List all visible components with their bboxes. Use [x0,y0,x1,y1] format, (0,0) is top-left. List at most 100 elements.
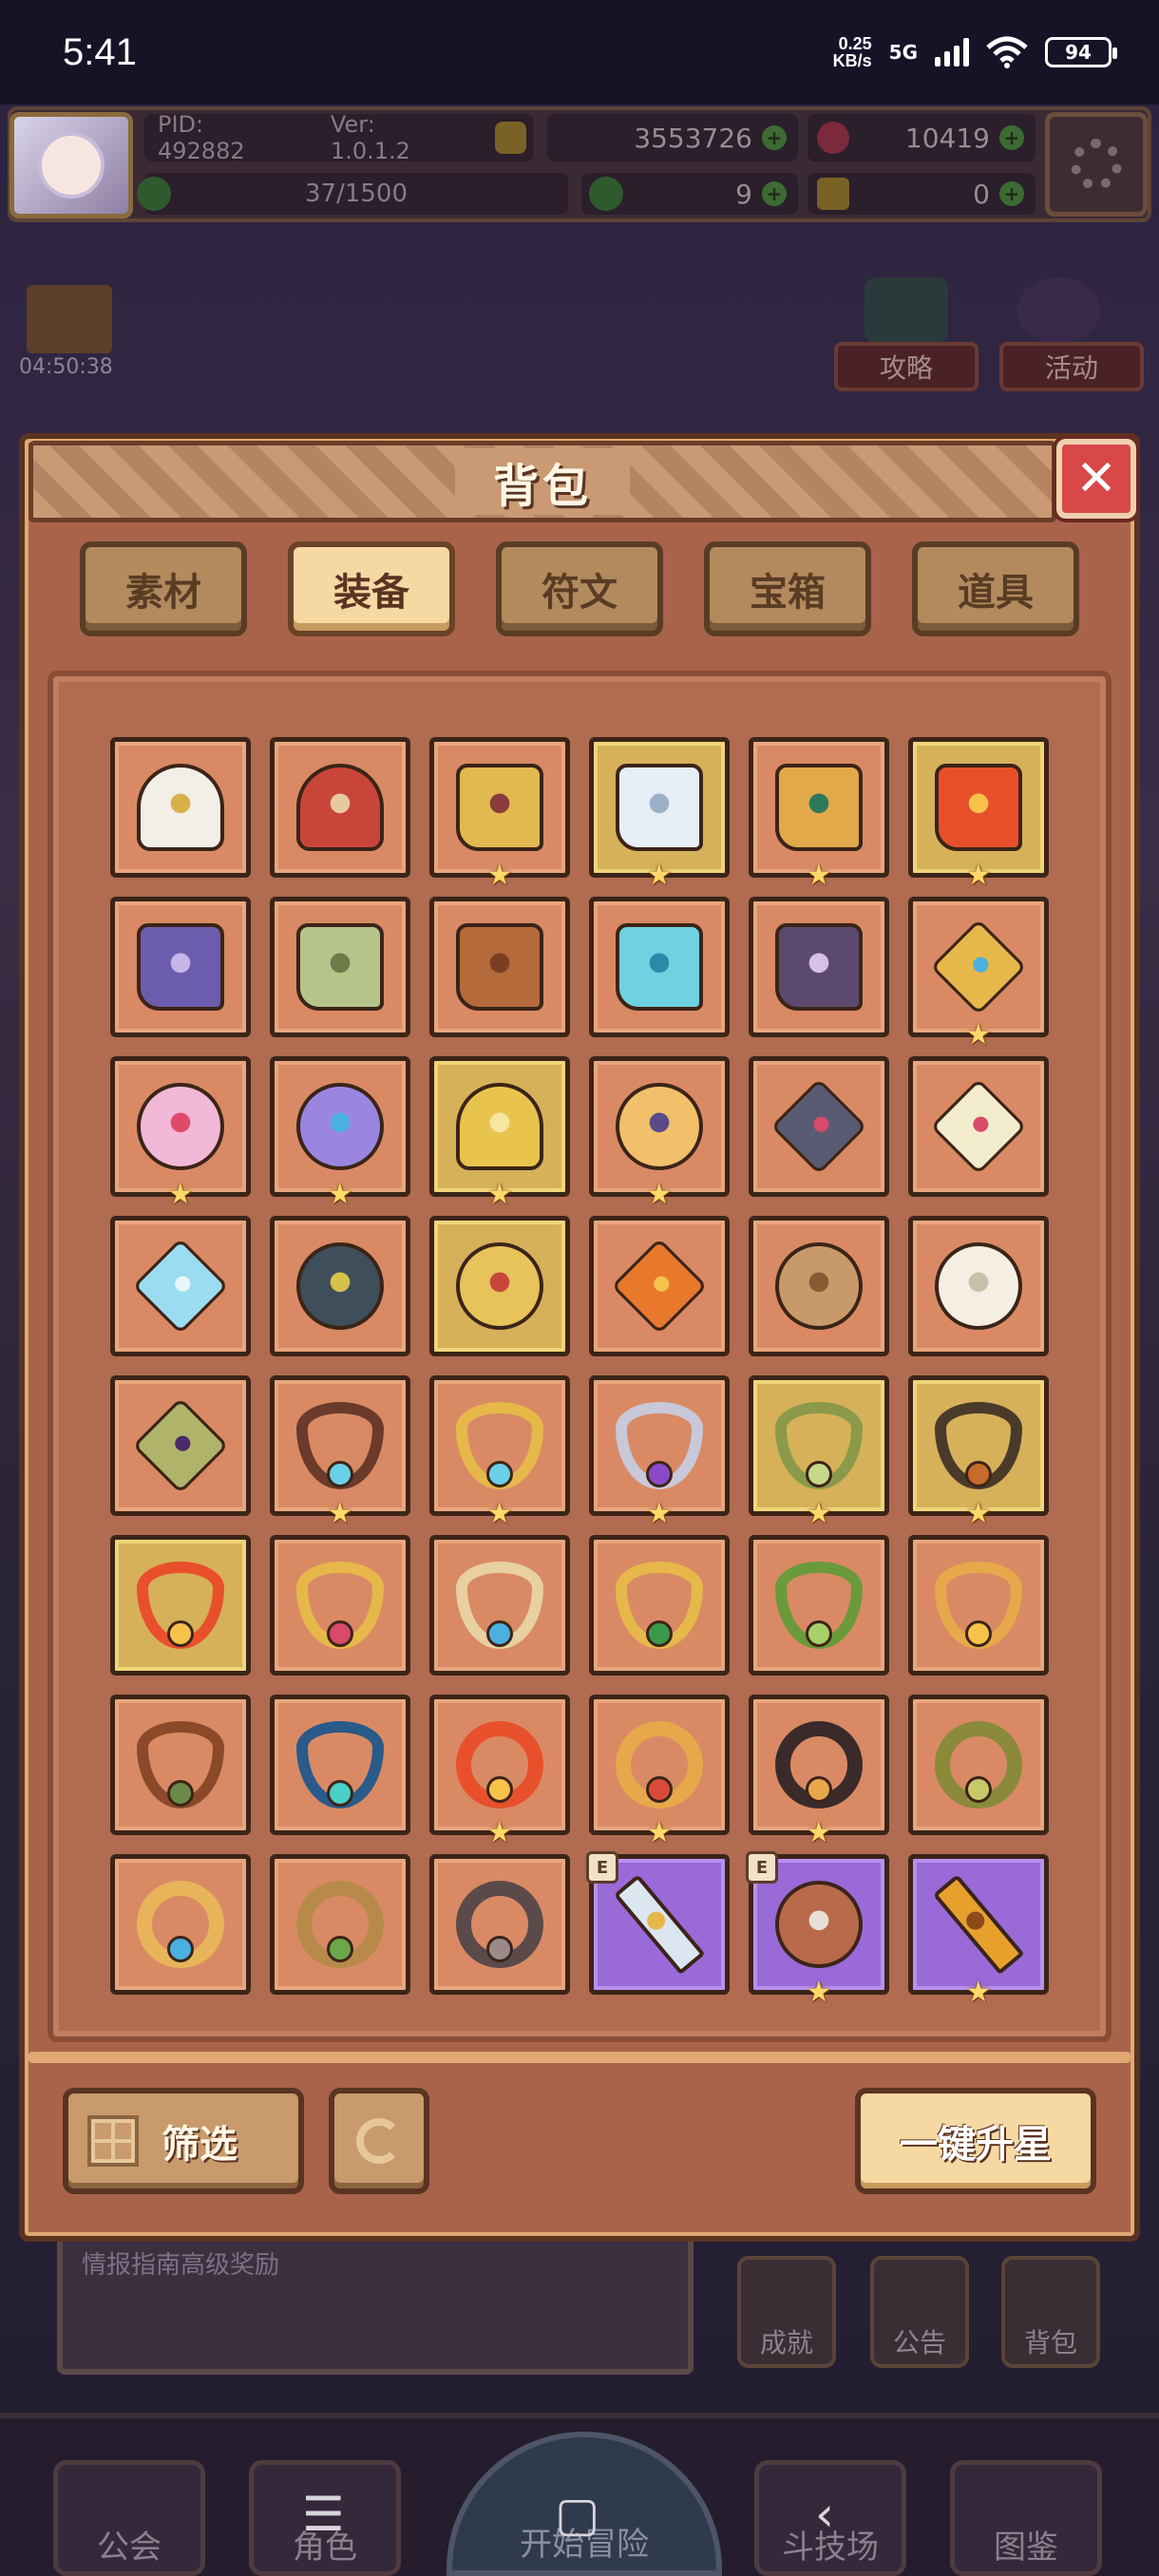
item-slot[interactable]: ★ [429,1056,570,1209]
item-slot[interactable]: ★ [110,1056,251,1209]
item-slot[interactable]: ★ [429,1695,570,1847]
item-slot[interactable]: ★ [270,1375,410,1528]
item-slot[interactable]: ★ [589,1056,730,1209]
item-slot[interactable]: ★ [908,737,1049,890]
gem-stone-icon [486,1461,513,1487]
settings-button[interactable] [1045,112,1148,217]
item-slot[interactable]: ★ [908,1854,1049,2007]
item-slot[interactable] [908,1535,1049,1676]
item-slot[interactable] [429,897,570,1037]
add-gold-icon[interactable]: + [762,125,787,150]
event-button[interactable]: 活动 [999,342,1144,391]
item-slot[interactable] [429,1216,570,1356]
item-slot[interactable]: ★ [908,1375,1049,1528]
item-slot[interactable] [429,1535,570,1676]
star-icon: ★ [806,1497,832,1530]
item-slot[interactable]: E [586,1851,730,1995]
item-slot[interactable]: ★ [908,897,1049,1050]
tab-2[interactable]: 符文 [496,541,663,636]
item-slot[interactable]: ★ [429,737,570,890]
gold-counter[interactable]: 3553726 + [547,114,798,161]
item-slot[interactable]: ★ [749,1375,889,1528]
item-slot[interactable] [589,897,730,1037]
gem-stone-icon [327,1461,353,1487]
item-slot[interactable] [270,1695,410,1835]
gem-stone-icon [486,1936,513,1962]
item-slot[interactable]: ★ [749,1695,889,1847]
system-back-icon[interactable]: ‹ [815,2487,834,2542]
item-slot[interactable] [908,1695,1049,1835]
guide-button[interactable]: 攻略 [834,342,978,391]
system-menu-icon[interactable]: ☰ [302,2487,345,2542]
item-slot[interactable] [429,1854,570,1995]
item-slot[interactable]: ★ [749,737,889,890]
refresh-button[interactable] [329,2088,429,2194]
item-slot[interactable] [589,1216,730,1356]
star-icon: ★ [965,1497,992,1530]
tab-4[interactable]: 道具 [912,541,1079,636]
shadow-boots-icon [775,923,863,1011]
item-slot[interactable] [110,1216,251,1356]
game-version: Ver: 1.0.1.2 [330,111,410,164]
item-slot[interactable] [589,1535,730,1676]
item-slot[interactable] [270,1854,410,1995]
pink-heart-charm-icon [137,1083,224,1170]
star-icon: ★ [327,1178,353,1211]
gem-stone-icon [806,1461,832,1487]
key-counter[interactable]: 0 + [808,173,1036,215]
item-slot[interactable] [749,1535,889,1676]
system-home-icon[interactable]: ▢ [555,2487,599,2542]
gold-rune-gem-icon [930,919,1027,1015]
nav-codex[interactable]: 图鉴 [950,2460,1102,2576]
item-slot[interactable] [270,1216,410,1356]
item-slot[interactable] [270,1535,410,1676]
serpent-ring-icon [935,1721,1022,1809]
gem-counter[interactable]: 10419 + [808,114,1036,161]
tab-0[interactable]: 素材 [80,541,247,636]
item-slot[interactable] [110,737,251,878]
item-slot[interactable]: ★ [589,1375,730,1528]
item-slot[interactable] [749,1216,889,1356]
gear-icon [1071,139,1122,190]
item-slot[interactable] [110,897,251,1037]
guide-reward-banner[interactable]: 情报指南高级奖励 [57,2232,694,2375]
signal-icon [935,38,969,66]
obsidian-ring-icon [775,1721,863,1809]
item-slot[interactable] [110,1695,251,1835]
gift-box-icon[interactable] [27,285,112,353]
gem-stone-icon [965,1461,992,1487]
close-button[interactable]: ✕ [1056,439,1136,519]
item-slot[interactable] [110,1375,251,1516]
filter-button[interactable]: 筛选 [63,2088,304,2194]
item-slot[interactable] [749,897,889,1037]
item-slot[interactable]: ★ [270,1056,410,1209]
network-speed: 0.25 KB/s [833,35,872,69]
nav-guild[interactable]: 公会 [53,2460,205,2576]
tab-3[interactable]: 宝箱 [704,541,871,636]
item-slot[interactable] [110,1535,251,1676]
player-avatar[interactable] [10,112,133,218]
amber-gem-icon [611,1238,708,1335]
item-slot[interactable]: ★ [589,1695,730,1847]
item-slot[interactable] [908,1216,1049,1356]
add-clover-icon[interactable]: + [762,181,787,206]
item-slot[interactable]: ★ [589,737,730,890]
add-key-icon[interactable]: + [999,181,1024,206]
notice-button[interactable]: 公告 [870,2256,969,2368]
item-slot[interactable] [908,1056,1049,1197]
tab-1[interactable]: 装备 [288,541,455,636]
item-slot[interactable]: ★ E [746,1851,889,2007]
item-slot[interactable] [110,1854,251,1995]
bronze-shell-icon [775,1242,863,1330]
item-slot[interactable] [270,897,410,1037]
star-icon: ★ [646,1816,673,1849]
achievement-button[interactable]: 成就 [737,2256,836,2368]
item-slot[interactable]: ★ [429,1375,570,1528]
item-slot[interactable] [270,737,410,878]
clover-counter[interactable]: 9 + [581,173,798,215]
add-gem-icon[interactable]: + [999,125,1024,150]
status-icons: 0.25 KB/s 5G 94 [833,35,1117,69]
one-click-upgrade-button[interactable]: 一键升星 [855,2088,1096,2194]
bag-button[interactable]: 背包 [1001,2256,1100,2368]
item-slot[interactable] [749,1056,889,1197]
